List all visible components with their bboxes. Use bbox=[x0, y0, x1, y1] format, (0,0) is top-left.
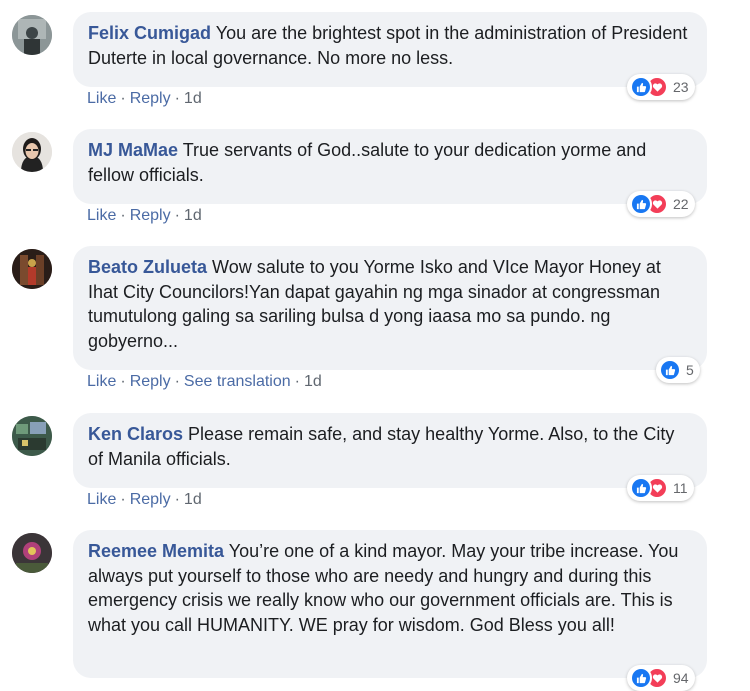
avatar[interactable] bbox=[12, 15, 52, 55]
comment-actions: Like · Reply · 1d bbox=[87, 90, 202, 108]
reaction-count: 23 bbox=[673, 79, 689, 95]
like-icon bbox=[630, 76, 652, 98]
comment: Ken Claros Please remain safe, and stay … bbox=[12, 413, 732, 513]
comment-actions: Like · Reply · 1d bbox=[87, 491, 202, 509]
avatar[interactable] bbox=[12, 132, 52, 172]
like-icon bbox=[659, 359, 681, 381]
separator: · bbox=[120, 207, 126, 224]
timestamp[interactable]: 1d bbox=[184, 207, 202, 224]
separator: · bbox=[294, 373, 300, 390]
separator: · bbox=[120, 373, 126, 390]
comment-author[interactable]: Felix Cumigad bbox=[88, 23, 211, 43]
comment-bubble: MJ MaMae True servants of God..salute to… bbox=[73, 129, 707, 204]
comment: Felix Cumigad You are the brightest spot… bbox=[12, 12, 732, 112]
avatar-photo-icon bbox=[12, 416, 52, 456]
avatar-photo-icon bbox=[12, 15, 52, 55]
comment: Reemee Memita You’re one of a kind mayor… bbox=[12, 530, 732, 691]
comment: MJ MaMae True servants of God..salute to… bbox=[12, 129, 732, 229]
separator: · bbox=[120, 90, 126, 107]
timestamp[interactable]: 1d bbox=[304, 373, 322, 390]
comment: Beato Zulueta Wow salute to you Yorme Is… bbox=[12, 246, 732, 396]
separator: · bbox=[120, 491, 126, 508]
comment-actions: Like · Reply · 1d bbox=[87, 207, 202, 225]
reply-link[interactable]: Reply bbox=[130, 90, 171, 107]
reaction-count: 94 bbox=[673, 670, 689, 686]
separator: · bbox=[174, 373, 180, 390]
avatar-photo-icon bbox=[12, 132, 52, 172]
avatar[interactable] bbox=[12, 416, 52, 456]
timestamp[interactable]: 1d bbox=[184, 90, 202, 107]
separator: · bbox=[174, 90, 180, 107]
reply-link[interactable]: Reply bbox=[130, 373, 171, 390]
avatar-photo-icon bbox=[12, 533, 52, 573]
like-icon bbox=[630, 193, 652, 215]
comment-bubble: Ken Claros Please remain safe, and stay … bbox=[73, 413, 707, 488]
reaction-summary[interactable]: 22 bbox=[627, 191, 695, 217]
comment-bubble: Reemee Memita You’re one of a kind mayor… bbox=[73, 530, 707, 678]
like-link[interactable]: Like bbox=[87, 373, 116, 390]
reaction-summary[interactable]: 94 bbox=[627, 665, 695, 691]
reaction-count: 22 bbox=[673, 196, 689, 212]
like-link[interactable]: Like bbox=[87, 90, 116, 107]
reaction-summary[interactable]: 23 bbox=[627, 74, 695, 100]
see-translation-link[interactable]: See translation bbox=[184, 373, 291, 390]
reaction-count: 5 bbox=[686, 362, 694, 378]
comment-author[interactable]: Beato Zulueta bbox=[88, 257, 207, 277]
comment-author[interactable]: Reemee Memita bbox=[88, 541, 224, 561]
like-icon bbox=[630, 667, 652, 689]
like-link[interactable]: Like bbox=[87, 207, 116, 224]
comment-actions: Like · Reply · See translation · 1d bbox=[87, 373, 322, 391]
reply-link[interactable]: Reply bbox=[130, 491, 171, 508]
like-link[interactable]: Like bbox=[87, 491, 116, 508]
like-icon bbox=[630, 477, 652, 499]
reaction-summary[interactable]: 11 bbox=[627, 475, 694, 501]
reaction-count: 11 bbox=[673, 480, 688, 496]
reaction-summary[interactable]: 5 bbox=[656, 357, 700, 383]
comment-bubble: Beato Zulueta Wow salute to you Yorme Is… bbox=[73, 246, 707, 370]
separator: · bbox=[174, 207, 180, 224]
comment-bubble: Felix Cumigad You are the brightest spot… bbox=[73, 12, 707, 87]
avatar-photo-icon bbox=[12, 249, 52, 289]
avatar[interactable] bbox=[12, 249, 52, 289]
comment-author[interactable]: Ken Claros bbox=[88, 424, 183, 444]
avatar[interactable] bbox=[12, 533, 52, 573]
comment-author[interactable]: MJ MaMae bbox=[88, 140, 178, 160]
separator: · bbox=[174, 491, 180, 508]
reply-link[interactable]: Reply bbox=[130, 207, 171, 224]
timestamp[interactable]: 1d bbox=[184, 491, 202, 508]
